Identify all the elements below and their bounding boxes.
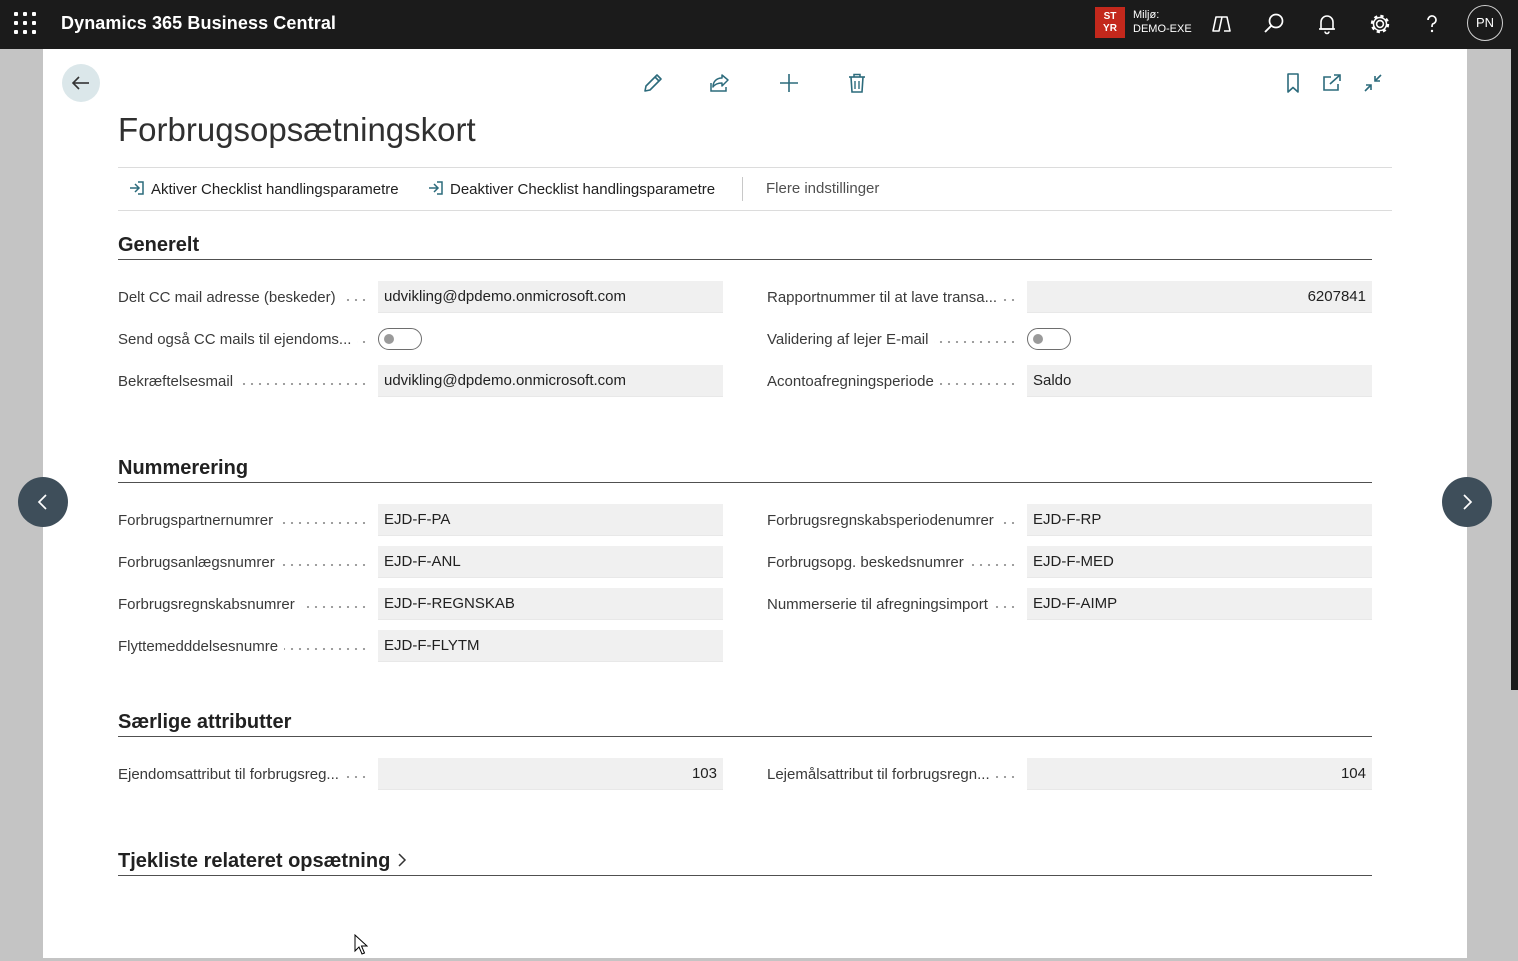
accounting-number-input[interactable] — [378, 588, 723, 620]
lease-attribute-label: Lejemålsattribut til forbrugsregn... — [767, 766, 1017, 783]
activate-checklist-action[interactable]: Aktiver Checklist handlingsparametre — [128, 180, 399, 198]
section-attributes-title[interactable]: Særlige attributter — [118, 711, 291, 734]
sign-in-arrow-icon — [429, 181, 443, 195]
period-number-label: Forbrugsregnskabsperiodenumrer — [767, 512, 1017, 529]
copilot-icon[interactable] — [1208, 11, 1234, 37]
search-icon[interactable] — [1261, 11, 1287, 37]
collapse-icon[interactable] — [1361, 71, 1385, 95]
environment-badge-line2: YR — [1103, 22, 1117, 34]
trash-icon[interactable] — [845, 71, 869, 95]
cc-mail-label: Delt CC mail adresse (beskeder) — [118, 289, 368, 306]
plus-icon[interactable] — [777, 71, 801, 95]
sign-in-arrow-icon — [130, 181, 144, 195]
message-number-label: Forbrugsopg. beskedsnumrer — [767, 554, 1017, 571]
section-checklist-title[interactable]: Tjekliste relateret opsætning — [118, 850, 408, 873]
back-button[interactable] — [62, 64, 100, 102]
lease-attribute-input[interactable] — [1027, 758, 1372, 790]
chevron-left-icon — [37, 494, 47, 510]
window-edge-background — [1511, 690, 1518, 958]
deactivate-checklist-action[interactable]: Deaktiver Checklist handlingsparametre — [427, 180, 715, 198]
section-general-title[interactable]: Generelt — [118, 234, 199, 257]
help-icon[interactable] — [1419, 11, 1445, 37]
deactivate-checklist-label: Deaktiver Checklist handlingsparametre — [450, 181, 716, 198]
app-title[interactable]: Dynamics 365 Business Central — [61, 13, 336, 34]
environment-badge-line1: ST — [1103, 10, 1117, 22]
section-divider — [118, 482, 1372, 483]
moving-notice-input[interactable] — [378, 630, 723, 662]
section-checklist-label: Tjekliste relateret opsætning — [118, 850, 391, 872]
chevron-right-icon — [398, 853, 406, 867]
report-number-label: Rapportnummer til at lave transa... — [767, 289, 1017, 306]
period-number-input[interactable] — [1027, 504, 1372, 536]
open-new-window-icon[interactable] — [1320, 71, 1344, 95]
setup-card: Forbrugsopsætningskort Aktiver Checklist… — [43, 49, 1467, 958]
send-cc-label: Send også CC mails til ejendoms... — [118, 331, 368, 348]
import-series-label: Nummerserie til afregningsimport — [767, 596, 1017, 613]
message-number-input[interactable] — [1027, 546, 1372, 578]
previous-record-button[interactable] — [18, 477, 68, 527]
validate-tenant-label: Validering af lejer E-mail — [767, 331, 1017, 348]
property-attribute-input[interactable] — [378, 758, 723, 790]
next-record-button[interactable] — [1442, 477, 1492, 527]
installation-number-input[interactable] — [378, 546, 723, 578]
section-divider — [118, 736, 1372, 737]
gear-icon[interactable] — [1367, 11, 1393, 37]
chevron-right-icon — [1463, 494, 1473, 510]
app-launcher-icon[interactable] — [14, 12, 36, 34]
send-cc-toggle[interactable] — [378, 328, 422, 350]
user-avatar[interactable]: PN — [1467, 5, 1503, 41]
section-divider — [118, 259, 1372, 260]
action-separator — [742, 177, 743, 201]
bell-icon[interactable] — [1314, 11, 1340, 37]
partner-number-label: Forbrugspartnernumrer — [118, 512, 368, 529]
top-bar: Dynamics 365 Business Central ST YR Milj… — [0, 0, 1511, 49]
installation-number-label: Forbrugsanlægsnumrer — [118, 554, 368, 571]
property-attribute-label: Ejendomsattribut til forbrugsreg... — [118, 766, 368, 783]
pencil-icon[interactable] — [641, 71, 665, 95]
more-options-button[interactable]: Flere indstillinger — [766, 180, 879, 197]
section-divider — [118, 875, 1372, 876]
environment-info[interactable]: Miljø: DEMO-EXE — [1133, 8, 1192, 36]
environment-label: Miljø: — [1133, 9, 1160, 21]
back-arrow-icon — [71, 76, 89, 90]
accounting-number-label: Forbrugsregnskabsnumrer — [118, 596, 368, 613]
bookmark-icon[interactable] — [1281, 71, 1305, 95]
moving-notice-label: Flyttemedddelsesnumre — [118, 638, 368, 655]
environment-name: DEMO-EXE — [1133, 23, 1192, 35]
mouse-cursor-icon — [354, 933, 369, 961]
confirmation-mail-label: Bekræftelsesmail — [118, 373, 368, 390]
activate-checklist-label: Aktiver Checklist handlingsparametre — [151, 181, 399, 198]
report-number-input[interactable] — [1027, 281, 1372, 313]
section-numbering-title[interactable]: Nummerering — [118, 457, 248, 480]
partner-number-input[interactable] — [378, 504, 723, 536]
cc-mail-input[interactable] — [378, 281, 723, 313]
environment-badge[interactable]: ST YR — [1095, 7, 1125, 38]
import-series-input[interactable] — [1027, 588, 1372, 620]
confirmation-mail-input[interactable] — [378, 365, 723, 397]
settlement-period-label: Acontoafregningsperiode — [767, 373, 1017, 390]
page-title: Forbrugsopsætningskort — [118, 111, 476, 148]
share-icon[interactable] — [708, 71, 732, 95]
settlement-period-input[interactable] — [1027, 365, 1372, 397]
validate-tenant-toggle[interactable] — [1027, 328, 1071, 350]
action-bar: Aktiver Checklist handlingsparametre Dea… — [118, 167, 1392, 211]
